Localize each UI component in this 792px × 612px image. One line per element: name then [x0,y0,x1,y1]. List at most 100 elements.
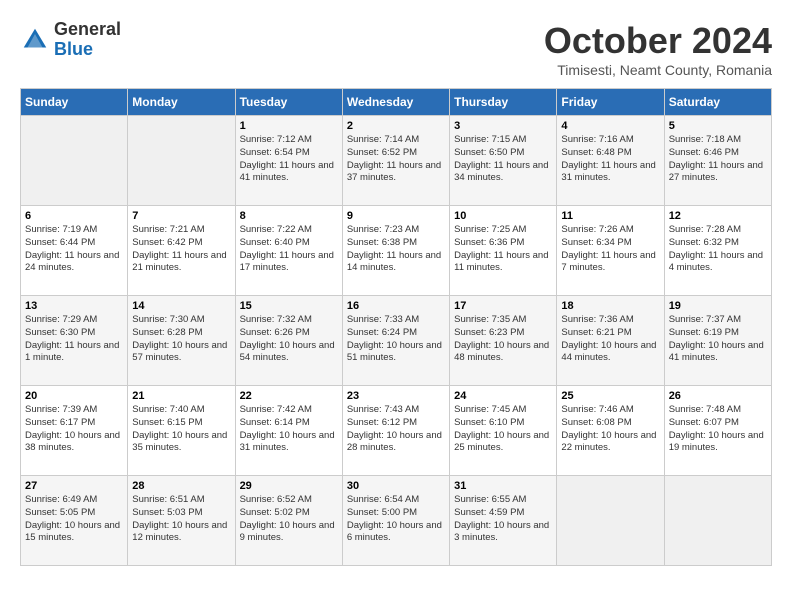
day-number: 17 [454,300,552,312]
day-info: Sunrise: 7:32 AM Sunset: 6:26 PM Dayligh… [240,314,338,365]
title-block: October 2024 Timisesti, Neamt County, Ro… [544,20,772,78]
day-info: Sunrise: 7:23 AM Sunset: 6:38 PM Dayligh… [347,224,445,275]
day-info: Sunrise: 7:18 AM Sunset: 6:46 PM Dayligh… [669,134,767,185]
day-info: Sunrise: 6:49 AM Sunset: 5:05 PM Dayligh… [25,494,123,545]
day-number: 2 [347,120,445,132]
calendar-body: 1Sunrise: 7:12 AM Sunset: 6:54 PM Daylig… [21,116,772,566]
day-number: 4 [561,120,659,132]
calendar-cell: 3 Sunrise: 7:15 AM Sunset: 6:50 PM Daylig… [450,116,557,206]
day-info: Sunrise: 7:14 AM Sunset: 6:52 PM Dayligh… [347,134,445,185]
day-info: Sunrise: 7:25 AM Sunset: 6:36 PM Dayligh… [454,224,552,275]
day-number: 21 [132,390,230,402]
day-info: Sunrise: 7:48 AM Sunset: 6:07 PM Dayligh… [669,404,767,455]
day-number: 18 [561,300,659,312]
day-info: Sunrise: 7:15 AM Sunset: 6:50 PM Dayligh… [454,134,552,185]
day-number: 20 [25,390,123,402]
day-info: Sunrise: 7:39 AM Sunset: 6:17 PM Dayligh… [25,404,123,455]
day-number: 3 [454,120,552,132]
day-info: Sunrise: 7:19 AM Sunset: 6:44 PM Dayligh… [25,224,123,275]
day-info: Sunrise: 7:16 AM Sunset: 6:48 PM Dayligh… [561,134,659,185]
day-number: 6 [25,210,123,222]
weekday-header: Saturday [664,89,771,116]
weekday-header-row: SundayMondayTuesdayWednesdayThursdayFrid… [21,89,772,116]
calendar-cell [664,476,771,566]
day-number: 23 [347,390,445,402]
calendar-week-row: 27 Sunrise: 6:49 AM Sunset: 5:05 PM Dayli… [21,476,772,566]
calendar-cell: 23 Sunrise: 7:43 AM Sunset: 6:12 PM Dayli… [342,386,449,476]
calendar-cell: 2 Sunrise: 7:14 AM Sunset: 6:52 PM Daylig… [342,116,449,206]
month-title: October 2024 [544,20,772,62]
day-info: Sunrise: 7:29 AM Sunset: 6:30 PM Dayligh… [25,314,123,365]
day-info: Sunrise: 7:22 AM Sunset: 6:40 PM Dayligh… [240,224,338,275]
day-info: Sunrise: 7:43 AM Sunset: 6:12 PM Dayligh… [347,404,445,455]
calendar-cell: 30 Sunrise: 6:54 AM Sunset: 5:00 PM Dayli… [342,476,449,566]
day-number: 22 [240,390,338,402]
location-subtitle: Timisesti, Neamt County, Romania [544,62,772,78]
day-number: 30 [347,480,445,492]
calendar-cell: 7Sunrise: 7:21 AM Sunset: 6:42 PM Daylig… [128,206,235,296]
day-info: Sunrise: 7:42 AM Sunset: 6:14 PM Dayligh… [240,404,338,455]
calendar-cell: 15 Sunrise: 7:32 AM Sunset: 6:26 PM Dayli… [235,296,342,386]
day-info: Sunrise: 6:54 AM Sunset: 5:00 PM Dayligh… [347,494,445,545]
day-number: 25 [561,390,659,402]
day-info: Sunrise: 7:35 AM Sunset: 6:23 PM Dayligh… [454,314,552,365]
day-number: 16 [347,300,445,312]
day-number: 12 [669,210,767,222]
calendar-cell: 19 Sunrise: 7:37 AM Sunset: 6:19 PM Dayli… [664,296,771,386]
calendar-table: SundayMondayTuesdayWednesdayThursdayFrid… [20,88,772,566]
calendar-cell: 21Sunrise: 7:40 AM Sunset: 6:15 PM Dayli… [128,386,235,476]
calendar-week-row: 13 Sunrise: 7:29 AM Sunset: 6:30 PM Dayli… [21,296,772,386]
calendar-cell: 28Sunrise: 6:51 AM Sunset: 5:03 PM Dayli… [128,476,235,566]
calendar-cell: 24 Sunrise: 7:45 AM Sunset: 6:10 PM Dayli… [450,386,557,476]
logo-text: General Blue [54,20,121,60]
day-number: 8 [240,210,338,222]
day-info: Sunrise: 7:26 AM Sunset: 6:34 PM Dayligh… [561,224,659,275]
calendar-week-row: 1Sunrise: 7:12 AM Sunset: 6:54 PM Daylig… [21,116,772,206]
day-number: 31 [454,480,552,492]
logo: General Blue [20,20,121,60]
day-info: Sunrise: 6:52 AM Sunset: 5:02 PM Dayligh… [240,494,338,545]
weekday-header: Monday [128,89,235,116]
logo-general: General [54,20,121,40]
calendar-cell: 6 Sunrise: 7:19 AM Sunset: 6:44 PM Daylig… [21,206,128,296]
page-header: General Blue October 2024 Timisesti, Nea… [20,20,772,78]
weekday-header: Sunday [21,89,128,116]
day-number: 7 [132,210,230,222]
calendar-cell: 12Sunrise: 7:28 AM Sunset: 6:32 PM Dayli… [664,206,771,296]
day-info: Sunrise: 7:33 AM Sunset: 6:24 PM Dayligh… [347,314,445,365]
day-number: 5 [669,120,767,132]
day-number: 10 [454,210,552,222]
day-info: Sunrise: 7:45 AM Sunset: 6:10 PM Dayligh… [454,404,552,455]
weekday-header: Wednesday [342,89,449,116]
day-number: 13 [25,300,123,312]
day-info: Sunrise: 7:30 AM Sunset: 6:28 PM Dayligh… [132,314,230,365]
day-info: Sunrise: 7:46 AM Sunset: 6:08 PM Dayligh… [561,404,659,455]
day-number: 14 [132,300,230,312]
calendar-cell: 9 Sunrise: 7:23 AM Sunset: 6:38 PM Daylig… [342,206,449,296]
calendar-cell: 10 Sunrise: 7:25 AM Sunset: 6:36 PM Dayli… [450,206,557,296]
day-info: Sunrise: 7:36 AM Sunset: 6:21 PM Dayligh… [561,314,659,365]
calendar-cell [557,476,664,566]
day-number: 27 [25,480,123,492]
day-info: Sunrise: 7:12 AM Sunset: 6:54 PM Dayligh… [240,134,338,185]
day-info: Sunrise: 6:55 AM Sunset: 4:59 PM Dayligh… [454,494,552,545]
calendar-cell: 20 Sunrise: 7:39 AM Sunset: 6:17 PM Dayli… [21,386,128,476]
weekday-header: Friday [557,89,664,116]
logo-blue: Blue [54,40,121,60]
day-number: 9 [347,210,445,222]
calendar-cell: 11 Sunrise: 7:26 AM Sunset: 6:34 PM Dayli… [557,206,664,296]
day-number: 28 [132,480,230,492]
day-number: 26 [669,390,767,402]
day-number: 15 [240,300,338,312]
calendar-cell: 4 Sunrise: 7:16 AM Sunset: 6:48 PM Daylig… [557,116,664,206]
calendar-cell: 27 Sunrise: 6:49 AM Sunset: 5:05 PM Dayli… [21,476,128,566]
day-number: 29 [240,480,338,492]
calendar-cell: 26 Sunrise: 7:48 AM Sunset: 6:07 PM Dayli… [664,386,771,476]
weekday-header: Thursday [450,89,557,116]
calendar-cell: 13 Sunrise: 7:29 AM Sunset: 6:30 PM Dayli… [21,296,128,386]
day-number: 24 [454,390,552,402]
day-info: Sunrise: 7:37 AM Sunset: 6:19 PM Dayligh… [669,314,767,365]
day-number: 19 [669,300,767,312]
day-number: 11 [561,210,659,222]
calendar-cell: 1Sunrise: 7:12 AM Sunset: 6:54 PM Daylig… [235,116,342,206]
